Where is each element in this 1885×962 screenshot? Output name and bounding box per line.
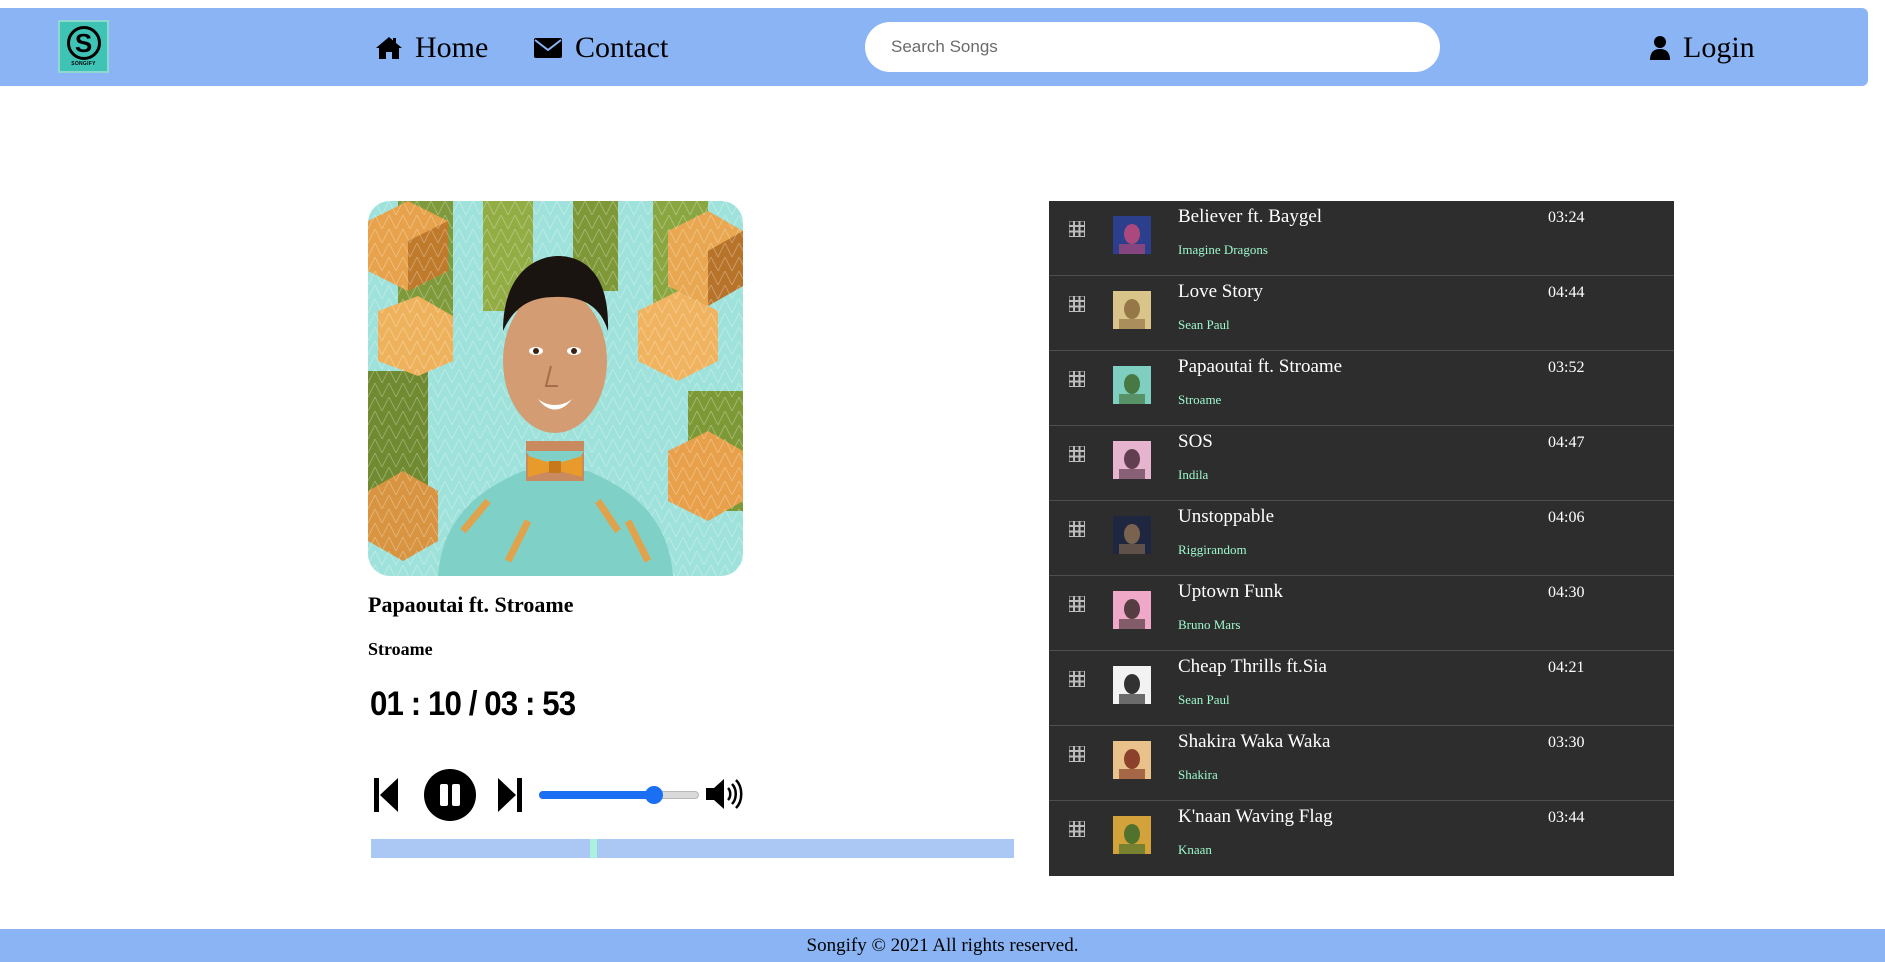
volume-icon[interactable] [704, 777, 744, 811]
song-title: Uptown Funk [1178, 581, 1284, 602]
song-title: Cheap Thrills ft.Sia [1178, 656, 1327, 677]
skip-previous-icon[interactable] [372, 777, 400, 813]
song-artist: Knaan [1178, 842, 1212, 857]
song-thumbnail [1113, 816, 1151, 854]
song-thumbnail [1113, 516, 1151, 554]
song-title: Unstoppable [1178, 506, 1275, 527]
playlist-item[interactable]: Papaoutai ft. Stroame Stroame 03:52 [1049, 351, 1674, 426]
search-input[interactable] [865, 22, 1440, 72]
grid-icon [1069, 221, 1085, 237]
playlist-item[interactable]: Unstoppable Riggirandom 04:06 [1049, 501, 1674, 576]
song-title: K'naan Waving Flag [1178, 806, 1333, 827]
navbar: S SONGIFY Home Contact Login [0, 8, 1868, 86]
footer: Songify © 2021 All rights reserved. [0, 929, 1885, 962]
playlist-item[interactable]: Cheap Thrills ft.Sia Sean Paul 04:21 [1049, 651, 1674, 726]
song-duration: 04:44 [1548, 284, 1585, 301]
time-display: 01 : 10 / 03 : 53 [370, 685, 576, 723]
now-playing-title: Papaoutai ft. Stroame [368, 592, 574, 617]
grid-icon [1069, 821, 1085, 837]
volume-fill [539, 791, 655, 799]
grid-icon [1069, 521, 1085, 537]
playlist-item[interactable]: Uptown Funk Bruno Mars 04:30 [1049, 576, 1674, 651]
skip-next-icon[interactable] [496, 777, 524, 813]
now-playing-artist: Stroame [368, 639, 433, 659]
song-duration: 03:30 [1548, 734, 1585, 751]
nav-home-label: Home [415, 31, 489, 64]
grid-icon [1069, 296, 1085, 312]
playlist: Believer ft. Baygel Imagine Dragons 03:24 L… [1049, 201, 1674, 876]
song-artist: Sean Paul [1178, 317, 1230, 332]
nav-login-link[interactable]: Login [1649, 28, 1755, 68]
playlist-item[interactable]: Shakira Waka Waka Shakira 03:30 [1049, 726, 1674, 801]
song-thumbnail [1113, 591, 1151, 629]
song-thumbnail [1113, 291, 1151, 329]
song-duration: 03:44 [1548, 809, 1585, 826]
song-duration: 04:30 [1548, 584, 1585, 601]
song-thumbnail [1113, 441, 1151, 479]
pause-icon[interactable] [424, 769, 476, 821]
nav-login-label: Login [1683, 31, 1755, 64]
grid-icon [1069, 596, 1085, 612]
nav-home-link[interactable]: Home [375, 28, 488, 68]
song-artist: Imagine Dragons [1178, 242, 1268, 257]
song-title: Papaoutai ft. Stroame [1178, 356, 1343, 377]
song-thumbnail [1113, 366, 1151, 404]
envelope-icon [534, 38, 562, 58]
playlist-item[interactable]: Believer ft. Baygel Imagine Dragons 03:24 [1049, 201, 1674, 276]
grid-icon [1069, 746, 1085, 762]
volume-thumb[interactable] [645, 786, 664, 804]
user-icon [1650, 36, 1670, 60]
song-title: Believer ft. Baygel [1178, 206, 1323, 227]
song-duration: 04:47 [1548, 434, 1585, 451]
playlist-item[interactable]: K'naan Waving Flag Knaan 03:44 [1049, 801, 1674, 876]
song-duration: 04:21 [1548, 659, 1585, 676]
progress-marker[interactable] [589, 839, 597, 858]
song-artist: Indila [1178, 467, 1209, 482]
logo-letter: S [66, 26, 101, 60]
song-duration: 03:52 [1548, 359, 1585, 376]
grid-icon [1069, 371, 1085, 387]
nav-contact-label: Contact [575, 31, 669, 64]
progress-bar[interactable] [371, 839, 1014, 858]
song-artist: Bruno Mars [1178, 617, 1241, 632]
song-title: Shakira Waka Waka [1178, 731, 1331, 752]
song-title: SOS [1178, 431, 1213, 452]
song-thumbnail [1113, 666, 1151, 704]
album-cover [368, 201, 743, 576]
grid-icon [1069, 671, 1085, 687]
song-artist: Shakira [1178, 767, 1218, 782]
logo-text: SONGIFY [71, 61, 96, 67]
song-title: Love Story [1178, 281, 1263, 302]
volume-slider[interactable] [539, 786, 699, 804]
song-artist: Sean Paul [1178, 692, 1230, 707]
songify-logo[interactable]: S SONGIFY [58, 20, 109, 73]
song-duration: 04:06 [1548, 509, 1585, 526]
nav-contact-link[interactable]: Contact [533, 28, 668, 68]
playlist-item[interactable]: Love Story Sean Paul 04:44 [1049, 276, 1674, 351]
song-artist: Riggirandom [1178, 542, 1247, 557]
playlist-item[interactable]: SOS Indila 04:47 [1049, 426, 1674, 501]
home-icon [376, 37, 402, 59]
song-duration: 03:24 [1548, 209, 1585, 226]
song-thumbnail [1113, 741, 1151, 779]
song-thumbnail [1113, 216, 1151, 254]
song-artist: Stroame [1178, 392, 1222, 407]
grid-icon [1069, 446, 1085, 462]
